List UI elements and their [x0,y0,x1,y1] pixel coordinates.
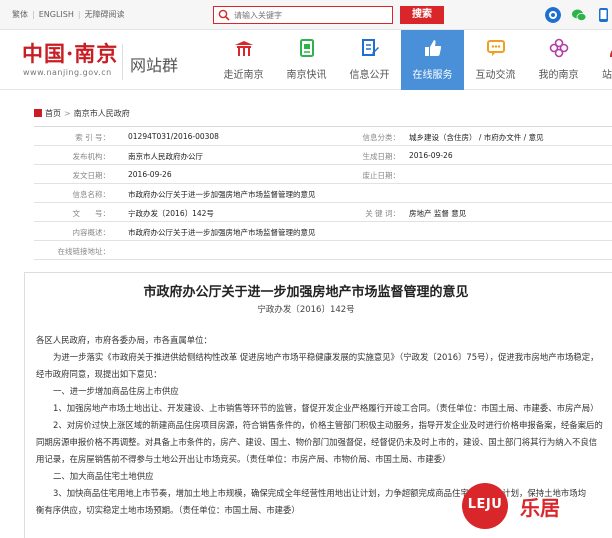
table-row: 内容概述： 市政府办公厅关于进一步加强房地产市场监督管理的意见 [34,222,612,241]
gen-date-value: 2016-09-26 [409,151,453,160]
nav-label: 在线服务 [412,70,453,81]
search-button[interactable]: 搜索 [400,6,444,24]
article-line: 各区人民政府，市府各委办局，市各直属单位： [36,335,212,345]
flower-icon [549,38,569,58]
breadcrumb: 首页 > 南京市人民政府 [34,108,130,119]
link-accessibility[interactable]: 无障碍阅读 [85,9,125,20]
table-row: 发文日期： 2016-09-26 废止日期： [34,165,612,184]
issuer-value: 南京市人民政府办公厅 [128,152,203,161]
expire-label: 废止日期： [362,171,401,180]
article-title: 市政府办公厅关于进一步加强房地产市场监督管理的意见 [143,285,469,300]
search-input[interactable] [234,8,390,22]
article-line: 一、进一步增加商品住房上市供应 [53,386,179,396]
nav-label: 信息公开 [349,70,390,81]
nav-item-my-nanjing[interactable]: 我的南京 [527,30,590,90]
nav-item-online-service[interactable]: 在线服务 [401,30,464,90]
link-english[interactable]: ENGLISH [39,10,74,19]
docnum-label: 文 号： [72,209,111,218]
document-edit-icon [362,39,379,56]
article-line: 1、加强房地产市场土地出让、开发建设、上市销售等环节的监管，督促开发企业严格履行… [53,403,599,413]
link-traditional[interactable]: 繁体 [12,9,28,20]
article-doc-number: 宁政办发〔2016〕142号 [257,305,355,315]
nav-item-nanjing-news[interactable]: 南京快讯 [275,30,338,90]
docnum-value: 宁政办发〔2016〕142号 [128,209,214,218]
site-header: 中国·南京 www.nanjing.gov.cn 网站群 走近南京 南京快讯 信… [0,30,612,90]
table-row: 发布机构： 南京市人民政府办公厅 生成日期： 2016-09-26 [34,146,612,165]
search-icon [218,9,230,21]
logo-divider [122,44,123,80]
home-icon [34,109,42,117]
table-row: 文 号： 宁政办发〔2016〕142号 关 键 词： 房地产 监督 意见 [34,203,612,222]
article-line: 用记录，在房屋销售前不得参与土地公开出让市场竞买。（责任单位：市房产局、市物价局… [36,454,451,464]
breadcrumb-separator: > [64,109,71,118]
phone-icon[interactable] [596,7,612,23]
leju-logo-text: LEJU [467,497,503,512]
article-line: 2、对房价过快上涨区域的新建商品住房项目房源，符合销售条件的，价格主管部门积极主… [53,420,603,430]
article-line: 为进一步落实《市政府关于推进供给侧结构性改革 促进房地产市场平稳健康发展的实施意… [53,352,599,362]
gen-date-label: 生成日期： [362,152,401,161]
pub-date-value: 2016-09-26 [128,170,172,179]
pub-date-label: 发文日期： [72,171,111,180]
nav-item-interaction[interactable]: 互动交流 [464,30,527,90]
top-links: 繁体 | ENGLISH | 无障碍阅读 [12,9,125,20]
weibo-icon[interactable] [545,7,561,23]
site-logo[interactable]: 中国·南京 [22,38,118,68]
summary-value: 市政府办公厅关于进一步加强房地产市场监督管理的意见 [128,228,316,237]
nav-label: 走近南京 [223,70,264,81]
nav-item-info-disclosure[interactable]: 信息公开 [338,30,401,90]
search-box [213,6,393,24]
index-label: 索 引 号： [75,133,110,142]
table-row: 在线链接地址： [34,241,612,260]
nav-label: 站群 [602,70,612,81]
top-bar: 繁体|ENGLISH|无障碍阅读 搜索 [0,0,612,30]
category-label: 信息分类： [362,133,401,142]
site-group-label: 网站群 [130,56,179,75]
leju-name: 乐居 [520,496,560,520]
nav-item-approach-nanjing[interactable]: 走近南京 [212,30,275,90]
summary-label: 内容概述： [72,228,111,237]
breadcrumb-home[interactable]: 首页 [45,109,61,118]
keyword-label: 关 键 词： [365,209,400,218]
news-icon [300,39,314,57]
breadcrumb-current[interactable]: 南京市人民政府 [74,109,130,118]
site-url: www.nanjing.gov.cn [23,68,112,77]
article-line: 同期房源申报价格不再调整。对具备上市条件的，房产、建设、国土、物价部门加强督促，… [36,437,598,447]
leju-watermark: LEJU 乐居 [462,483,602,529]
wechat-icon[interactable] [571,7,587,23]
category-value: 城乡建设（含住房） / 市府办文件 / 意见 [409,133,544,142]
name-label: 信息名称： [72,190,111,199]
info-table: 索 引 号： 01294T031/2016-00308 信息分类： 城乡建设（含… [34,126,612,260]
name-value: 市政府办公厅关于进一步加强房地产市场监督管理的意见 [128,190,316,199]
keyword-value: 房地产 监督 意见 [409,209,467,218]
person-icon [610,50,612,58]
link-label: 在线链接地址： [57,247,111,256]
chat-icon [487,40,505,56]
index-value: 01294T031/2016-00308 [128,132,219,141]
nav-label: 南京快讯 [286,70,327,81]
nav-label: 我的南京 [538,70,579,81]
main-nav: 走近南京 南京快讯 信息公开 在线服务 互动交流 我的南京 站 [212,30,612,90]
table-row: 索 引 号： 01294T031/2016-00308 信息分类： 城乡建设（含… [34,127,612,146]
nav-label: 互动交流 [475,70,516,81]
table-row: 信息名称： 市政府办公厅关于进一步加强房地产市场监督管理的意见 [34,184,612,203]
nav-item-site-group[interactable]: 站群 [590,30,612,90]
thumbs-up-icon [425,40,442,56]
article-line: 经市政府同意，现提出如下意见： [36,369,162,379]
issuer-label: 发布机构： [72,152,111,161]
gate-icon [235,41,253,56]
